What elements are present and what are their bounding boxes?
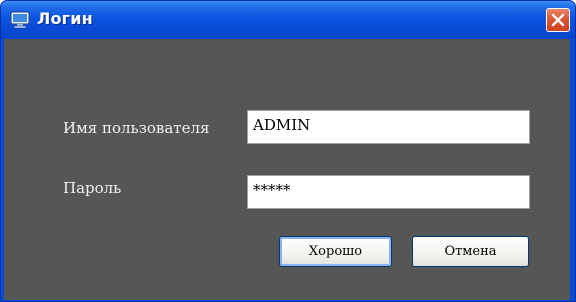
password-field[interactable]: *****: [247, 175, 530, 209]
username-field[interactable]: ADMIN: [247, 110, 530, 144]
ok-button[interactable]: Хорошо: [279, 236, 392, 267]
dialog-body: Имя пользователя ADMIN Пароль ***** Хоро…: [4, 39, 570, 300]
title-bar[interactable]: Логин: [1, 1, 575, 39]
close-icon: [551, 13, 565, 27]
username-label: Имя пользователя: [63, 119, 210, 137]
window-title: Логин: [37, 9, 93, 28]
monitor-icon: [10, 11, 30, 29]
login-dialog: Логин Имя пользователя ADMIN Пароль ****…: [0, 0, 576, 302]
cancel-button[interactable]: Отмена: [412, 236, 529, 267]
close-button[interactable]: [546, 8, 570, 32]
password-label: Пароль: [63, 179, 122, 197]
